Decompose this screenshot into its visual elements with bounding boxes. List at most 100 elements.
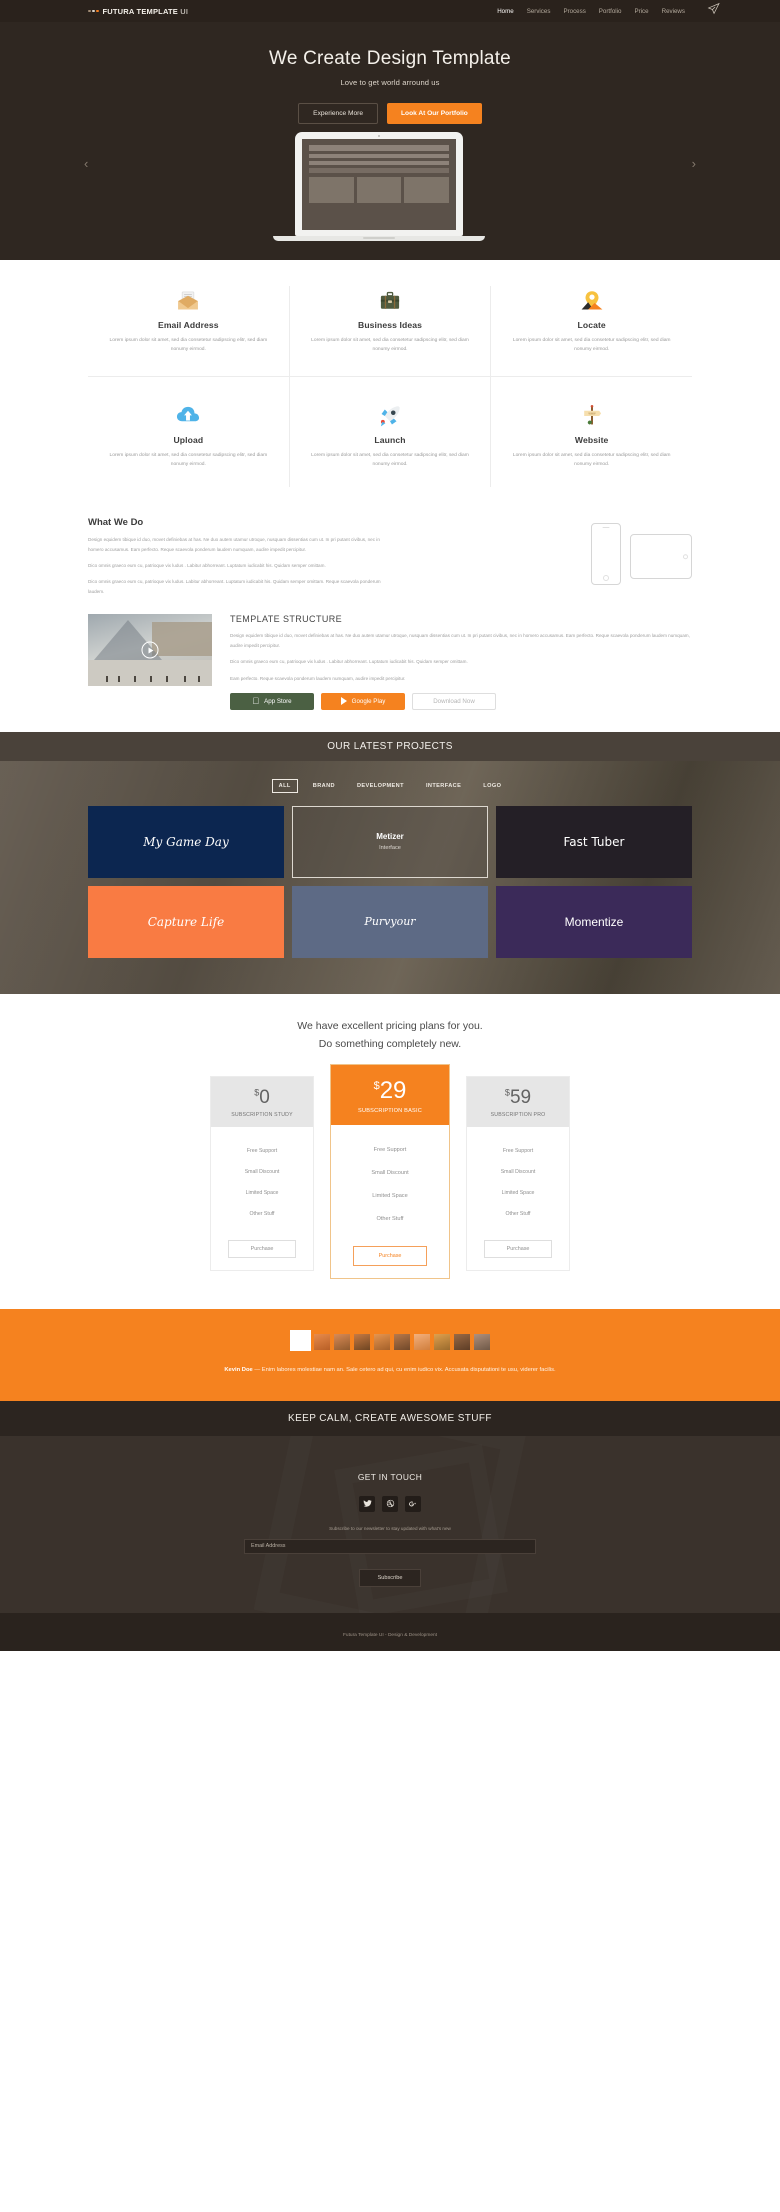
avatar[interactable] bbox=[333, 1333, 350, 1350]
avatar[interactable] bbox=[289, 1329, 311, 1351]
project-name: Fast Tuber bbox=[563, 834, 625, 849]
project-card-fast-tuber[interactable]: Fast Tuber bbox=[496, 805, 692, 878]
filter-logo[interactable]: LOGO bbox=[476, 779, 508, 793]
page-root: FUTURA TEMPLATE UI Home Services Process… bbox=[0, 0, 780, 1651]
feature-card-upload[interactable]: Upload Lorem ipsum dolor sit amet, sed d… bbox=[88, 377, 289, 487]
carousel-prev-arrow-icon[interactable]: ‹ bbox=[84, 156, 88, 171]
pricing-feature: Small Discount bbox=[371, 1170, 409, 1177]
twitter-icon[interactable] bbox=[359, 1495, 375, 1512]
feature-card-business-ideas[interactable]: Business Ideas Lorem ipsum dolor sit ame… bbox=[288, 286, 491, 377]
project-name: Metizer bbox=[376, 832, 404, 842]
svg-text:www: www bbox=[588, 412, 596, 416]
avatar[interactable] bbox=[413, 1333, 430, 1350]
rocket-icon bbox=[304, 401, 477, 431]
features-row-top: Email Address Lorem ipsum dolor sit amet… bbox=[88, 286, 692, 377]
subscribe-button[interactable]: Subscribe bbox=[359, 1568, 421, 1587]
feature-card-website[interactable]: www Website Lorem ipsum dolor sit amet, … bbox=[490, 377, 692, 488]
experience-more-button[interactable]: Experience More bbox=[298, 103, 379, 124]
laptop-base bbox=[273, 236, 485, 241]
briefcase-icon bbox=[304, 286, 477, 316]
nav-item-services[interactable]: Services bbox=[527, 8, 551, 15]
laptop-screen bbox=[295, 132, 463, 236]
template-structure-paragraph-2: Dico omnis graeco eum cu, patrioque vix … bbox=[230, 659, 468, 665]
brand-dots-icon bbox=[88, 9, 99, 13]
contact-section: GET IN TOUCH Subscribe to our newsletter… bbox=[0, 1435, 780, 1613]
apple-icon:  bbox=[252, 696, 259, 706]
feature-description: Lorem ipsum dolor sit amet, sed dia cons… bbox=[109, 453, 268, 468]
google-play-label: Google Play bbox=[351, 697, 386, 705]
avatar[interactable] bbox=[473, 1333, 490, 1350]
project-card-my-game-day[interactable]: My Game Day bbox=[88, 805, 284, 878]
pricing-feature: Free Support bbox=[246, 1148, 278, 1155]
download-now-button[interactable]: Download Now bbox=[412, 692, 496, 710]
purchase-button-basic[interactable]: Purchase bbox=[353, 1245, 427, 1266]
template-structure-paragraph-3: Eam perfecto. Reque scaevola ponderum la… bbox=[230, 675, 406, 681]
email-input[interactable] bbox=[244, 1538, 536, 1554]
newsletter-form bbox=[0, 1538, 780, 1554]
nav-item-portfolio[interactable]: Portfolio bbox=[599, 8, 622, 15]
purchase-button-pro[interactable]: Purchase bbox=[484, 1239, 552, 1258]
play-circle-icon[interactable] bbox=[141, 641, 159, 659]
features-row-bottom: Upload Lorem ipsum dolor sit amet, sed d… bbox=[88, 376, 692, 488]
template-structure-content: TEMPLATE STRUCTURE Design equidem tibiqu… bbox=[230, 614, 692, 710]
pricing-feature: Other Stuff bbox=[249, 1211, 275, 1218]
hero-section: We Create Design Template Love to get wo… bbox=[0, 22, 780, 260]
pricing-feature: Limited Space bbox=[372, 1193, 408, 1200]
contact-title: GET IN TOUCH bbox=[357, 1471, 423, 1482]
laptop-mockup bbox=[273, 132, 485, 241]
nav-item-home[interactable]: Home bbox=[497, 8, 514, 15]
dribbble-icon[interactable] bbox=[382, 1495, 398, 1512]
feature-card-locate[interactable]: Locate Lorem ipsum dolor sit amet, sed d… bbox=[490, 286, 692, 377]
nav-item-reviews[interactable]: Reviews bbox=[662, 8, 685, 15]
avatar[interactable] bbox=[453, 1333, 470, 1350]
project-card-capture-life[interactable]: Capture Life bbox=[88, 885, 284, 958]
cloud-upload-icon bbox=[102, 401, 275, 431]
purchase-button-study[interactable]: Purchase bbox=[228, 1239, 296, 1258]
avatar[interactable] bbox=[353, 1333, 370, 1350]
paper-plane-icon[interactable] bbox=[707, 2, 720, 20]
feature-description: Lorem ipsum dolor sit amet, sed dia cons… bbox=[311, 338, 469, 353]
template-structure-video-thumbnail[interactable] bbox=[88, 614, 212, 687]
pricing-cards: $0 SUBSCRIPTION STUDY Free Support Small… bbox=[88, 1063, 692, 1279]
feature-card-launch[interactable]: Launch Lorem ipsum dolor sit amet, sed d… bbox=[288, 377, 491, 488]
amount-value: 0 bbox=[259, 1086, 270, 1108]
projects-body: ALL BRAND DEVELOPMENT INTERFACE LOGO My … bbox=[0, 761, 780, 994]
filter-development[interactable]: DEVELOPMENT bbox=[350, 779, 411, 793]
look-at-portfolio-button[interactable]: Look At Our Portfolio bbox=[387, 103, 482, 124]
keep-calm-banner: KEEP CALM, CREATE AWESOME STUFF bbox=[0, 1400, 780, 1436]
feature-title: Business Ideas bbox=[358, 320, 422, 330]
what-we-do-paragraph-3: Dico omnis graeco eum cu, patrioque vix … bbox=[88, 579, 381, 594]
filter-all[interactable]: ALL bbox=[271, 778, 298, 793]
avatar[interactable] bbox=[393, 1333, 410, 1350]
google-play-button[interactable]: Google Play bbox=[321, 692, 405, 710]
project-category: Interface bbox=[379, 845, 401, 852]
social-links bbox=[0, 1495, 780, 1512]
hero-buttons: Experience More Look At Our Portfolio bbox=[0, 103, 780, 124]
project-card-metizer[interactable]: Metizer Interface bbox=[292, 805, 488, 878]
pricing-feature: Free Support bbox=[373, 1147, 407, 1154]
pricing-feature-list: Free Support Small Discount Limited Spac… bbox=[467, 1127, 569, 1235]
tablet-mockup bbox=[630, 534, 692, 580]
pricing-feature: Other Stuff bbox=[376, 1216, 404, 1223]
google-plus-icon[interactable] bbox=[405, 1495, 421, 1512]
brand-logo[interactable]: FUTURA TEMPLATE UI bbox=[88, 7, 188, 16]
project-card-momentize[interactable]: Momentize bbox=[496, 885, 692, 958]
feature-card-email-address[interactable]: Email Address Lorem ipsum dolor sit amet… bbox=[88, 286, 289, 376]
signpost-www-icon: www bbox=[505, 401, 678, 431]
filter-interface[interactable]: INTERFACE bbox=[419, 779, 468, 793]
store-buttons:  App Store Google Play Download Now bbox=[230, 692, 692, 710]
features-section: Email Address Lorem ipsum dolor sit amet… bbox=[0, 260, 780, 506]
avatar[interactable] bbox=[313, 1333, 330, 1350]
carousel-next-arrow-icon[interactable]: › bbox=[692, 156, 696, 171]
nav-item-process[interactable]: Process bbox=[563, 8, 585, 15]
keep-calm-text: KEEP CALM, CREATE AWESOME STUFF bbox=[288, 1412, 492, 1424]
filter-brand[interactable]: BRAND bbox=[306, 779, 342, 793]
avatar[interactable] bbox=[433, 1333, 450, 1350]
project-card-purvyour[interactable]: Purvyour bbox=[292, 885, 488, 958]
pricing-feature: Limited Space bbox=[501, 1190, 535, 1197]
feature-description: Lorem ipsum dolor sit amet, sed dia cons… bbox=[512, 453, 671, 468]
avatar[interactable] bbox=[373, 1333, 390, 1350]
nav-item-price[interactable]: Price bbox=[635, 8, 649, 15]
app-store-button[interactable]:  App Store bbox=[230, 692, 314, 710]
feature-title: Launch bbox=[374, 435, 406, 446]
